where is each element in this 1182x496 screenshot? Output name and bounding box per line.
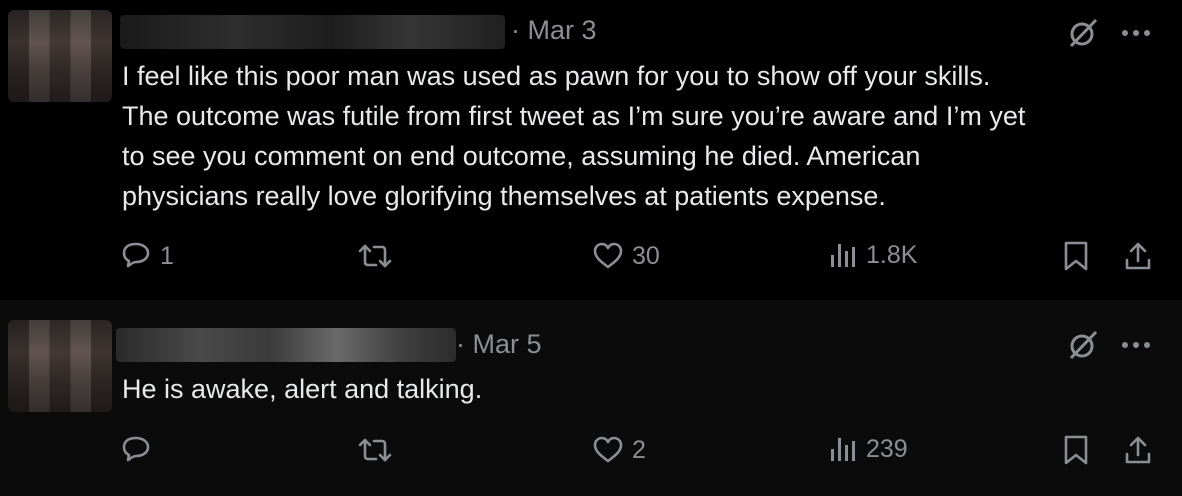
- tweet-text-line: to see you comment on end outcome, assum…: [122, 141, 921, 171]
- tweet-text-line: physicians really love glorifying themse…: [122, 181, 886, 211]
- reply-icon: [122, 436, 150, 462]
- avatar[interactable]: [8, 10, 112, 102]
- like-count: 2: [632, 435, 646, 464]
- like-button[interactable]: 30: [592, 240, 660, 272]
- tweet[interactable]: · Mar 3 I feel like this poor man was us…: [0, 0, 1182, 300]
- bookmark-icon: [1064, 435, 1088, 465]
- share-button[interactable]: [1122, 434, 1154, 466]
- author-name-redacted[interactable]: [120, 15, 505, 49]
- share-button[interactable]: [1122, 240, 1154, 272]
- more-icon[interactable]: [1118, 18, 1154, 53]
- reply-count: 1: [160, 241, 174, 270]
- tweet-actions: 2 239: [0, 434, 1182, 478]
- grok-icon[interactable]: [1066, 16, 1100, 55]
- tweet-text-line: The outcome was futile from first tweet …: [122, 101, 1026, 131]
- like-count: 30: [632, 241, 660, 270]
- avatar[interactable]: [8, 320, 112, 412]
- views-button[interactable]: 1.8K: [828, 240, 917, 270]
- views-count: 239: [866, 434, 908, 463]
- author-name-redacted[interactable]: [116, 328, 456, 362]
- views-icon: [831, 244, 855, 267]
- tweet-text-line: I feel like this poor man was used as pa…: [122, 61, 991, 91]
- share-icon: [1125, 436, 1151, 464]
- grok-icon[interactable]: [1066, 328, 1100, 367]
- tweet-text-line: He is awake, alert and talking.: [122, 374, 483, 404]
- tweet-date[interactable]: · Mar 5: [456, 329, 542, 360]
- bookmark-icon: [1064, 241, 1088, 271]
- reply-button[interactable]: 1: [120, 240, 174, 272]
- views-count: 1.8K: [866, 240, 918, 269]
- tweet-text: He is awake, alert and talking.: [122, 369, 482, 409]
- tweet-date[interactable]: · Mar 3: [511, 15, 597, 46]
- share-icon: [1125, 242, 1151, 270]
- reply-icon: [122, 242, 150, 268]
- reply-button[interactable]: [120, 434, 160, 466]
- like-button[interactable]: 2: [592, 434, 646, 466]
- retweet-icon: [358, 438, 392, 462]
- views-button[interactable]: 239: [828, 434, 908, 464]
- retweet-icon: [358, 244, 392, 268]
- tweet[interactable]: · Mar 5 He is awake, alert and talking.: [0, 300, 1182, 496]
- tweet-actions: 1 30 1.8K: [0, 240, 1182, 284]
- retweet-button[interactable]: [356, 434, 402, 466]
- views-icon: [831, 438, 855, 461]
- tweet-text: I feel like this poor man was used as pa…: [122, 56, 1025, 216]
- more-icon[interactable]: [1118, 330, 1154, 365]
- bookmark-button[interactable]: [1062, 434, 1090, 466]
- heart-icon: [593, 242, 623, 269]
- bookmark-button[interactable]: [1062, 240, 1090, 272]
- heart-icon: [593, 436, 623, 463]
- retweet-button[interactable]: [356, 240, 402, 272]
